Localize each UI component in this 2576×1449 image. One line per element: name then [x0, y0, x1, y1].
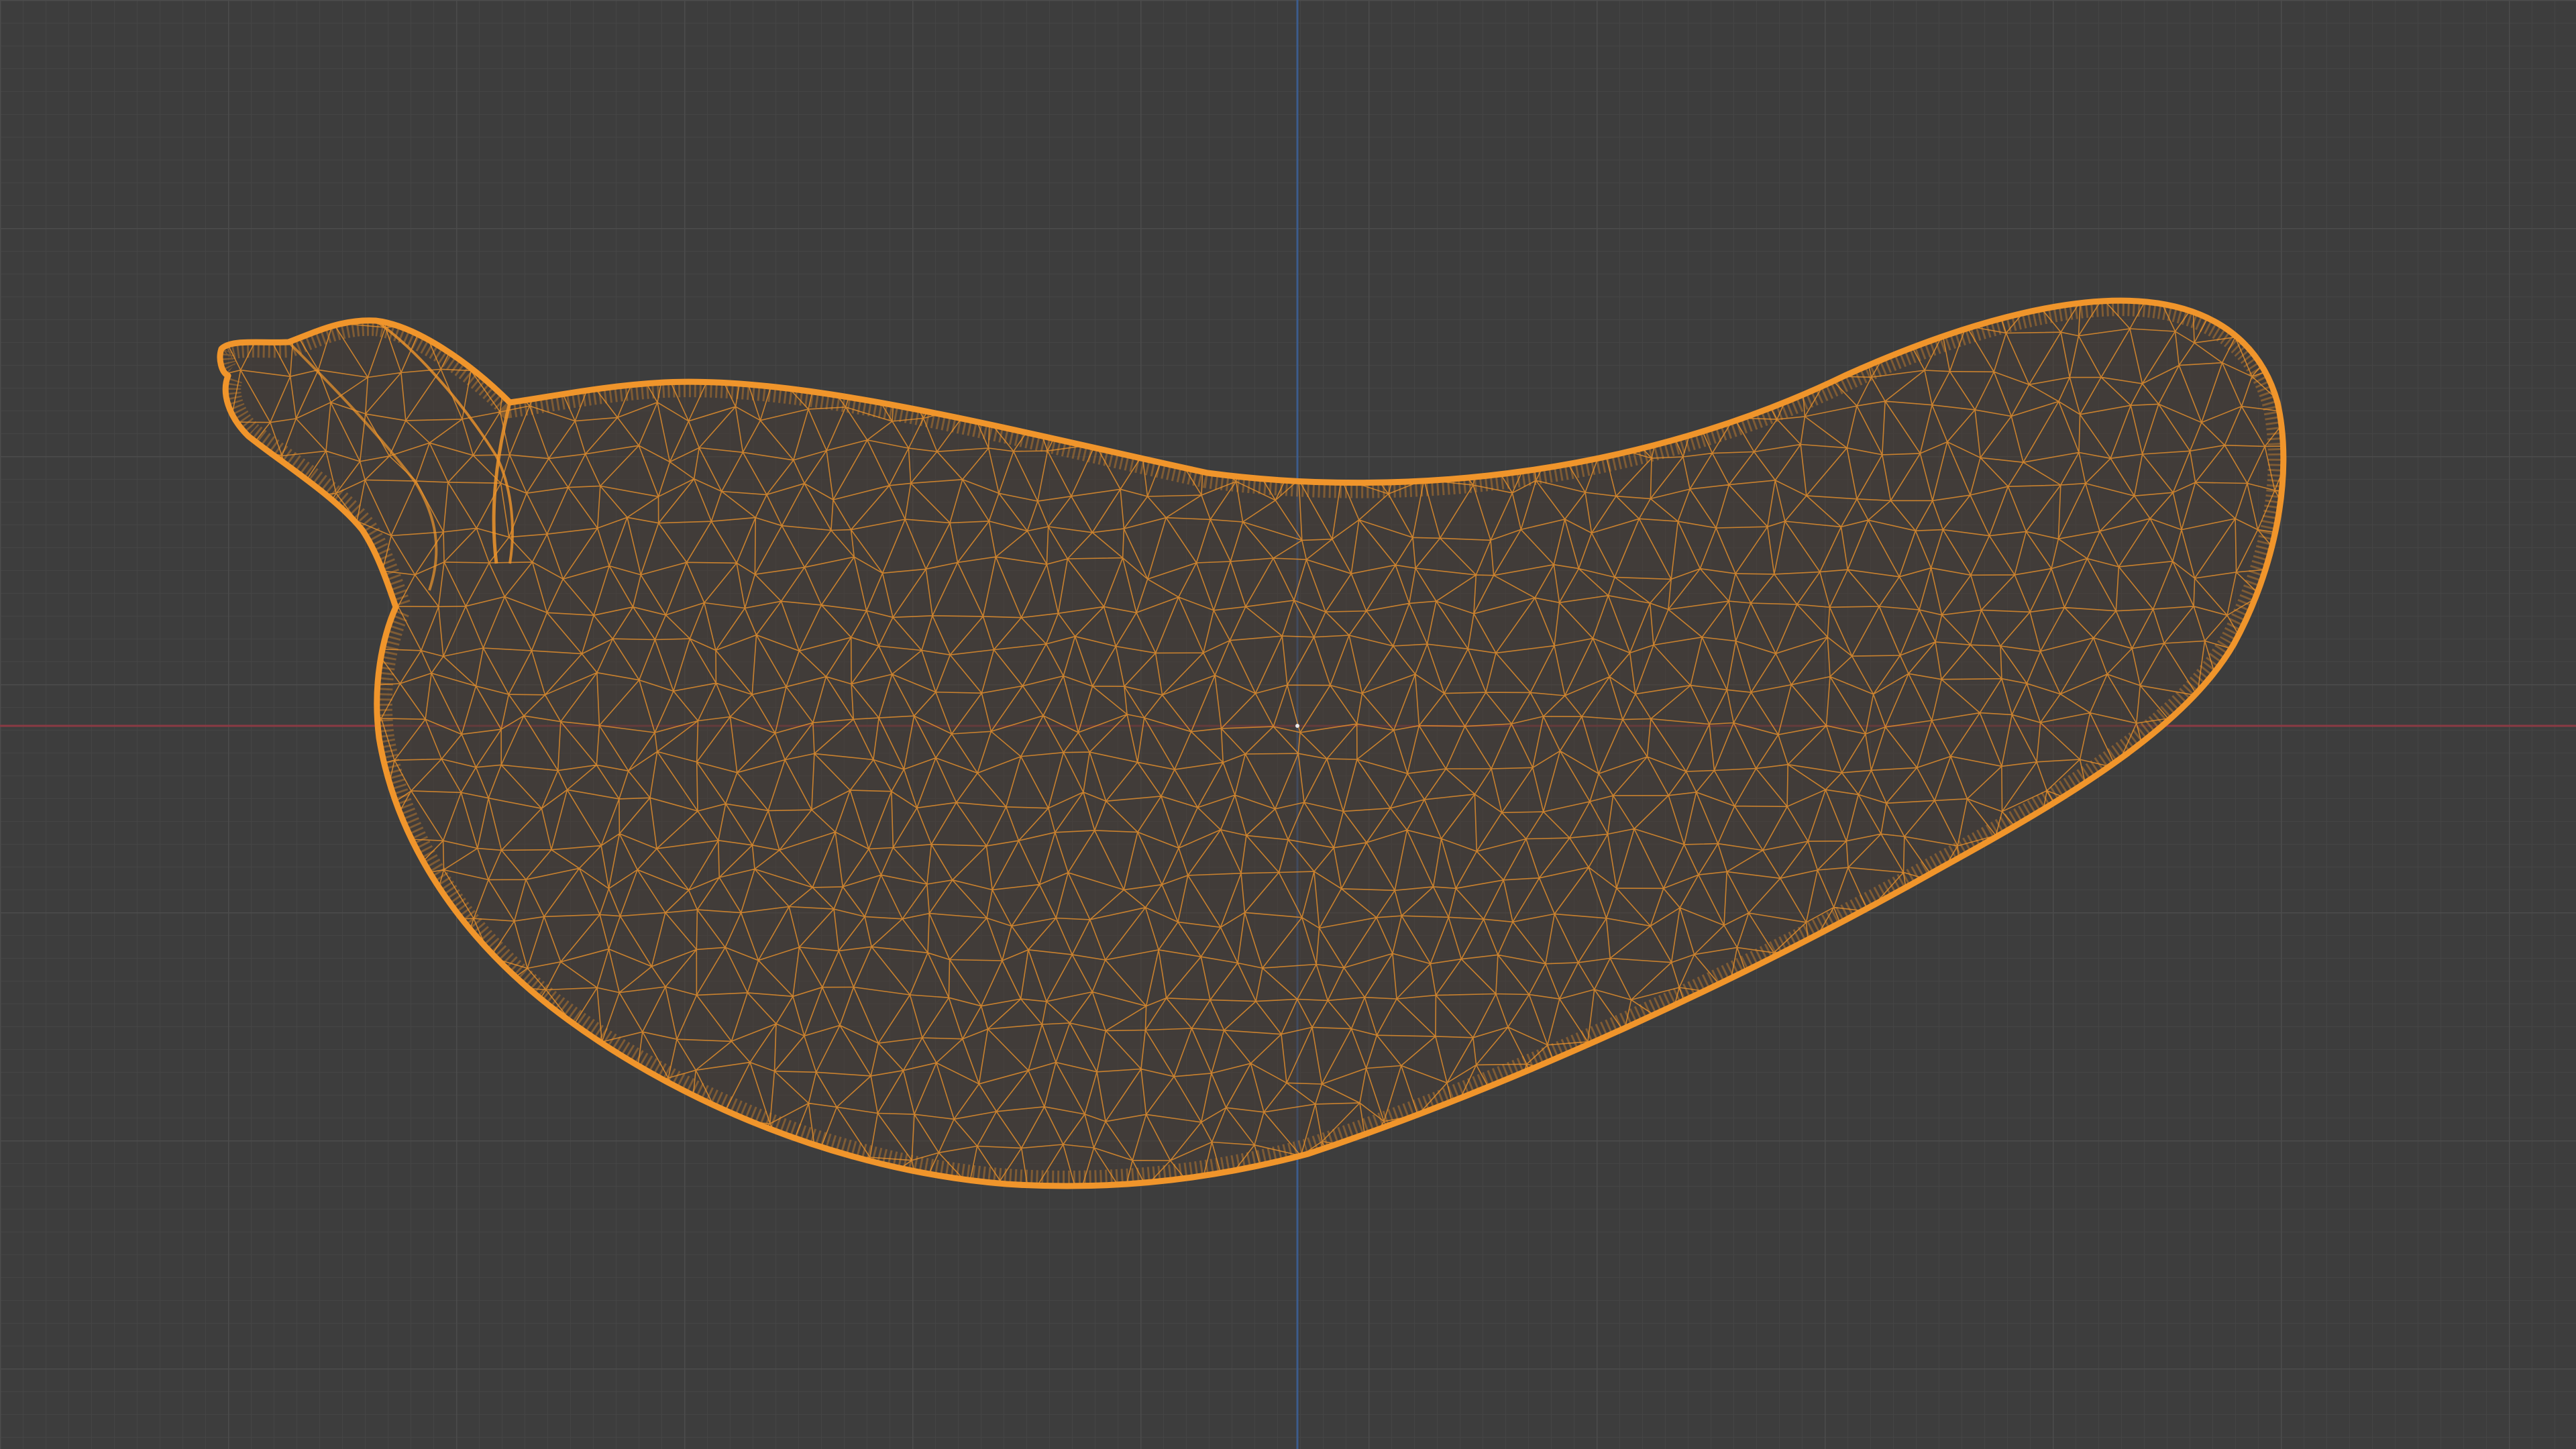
viewport-canvas[interactable]: [0, 0, 2576, 1449]
object-origin-dot: [1295, 724, 1299, 728]
3d-viewport[interactable]: [0, 0, 2576, 1449]
